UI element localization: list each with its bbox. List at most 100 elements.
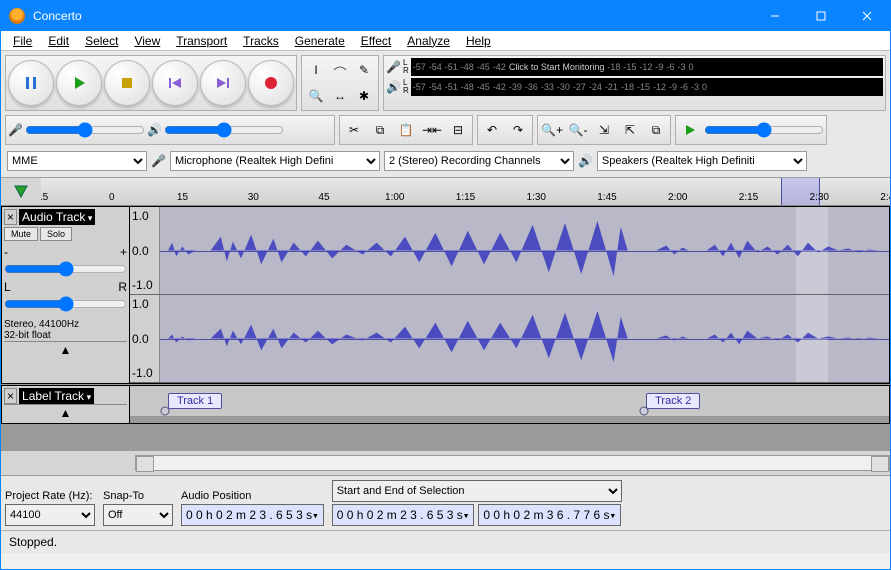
ruler-tick: 2:45 [880,192,890,203]
playhead-icon[interactable] [1,178,41,205]
timeline[interactable]: -1501530451:001:151:301:452:002:152:302:… [1,178,890,206]
undo-icon[interactable]: ↶ [480,118,504,142]
vscale-left: 1.00.0-1.0 [130,207,160,294]
speaker-slider-icon: 🔊 [147,123,162,137]
menu-help[interactable]: Help [458,32,499,50]
menu-tracks[interactable]: Tracks [235,32,287,50]
cut-icon[interactable]: ✂ [342,118,366,142]
copy-icon[interactable]: ⧉ [368,118,392,142]
label-track-close-icon[interactable]: × [4,388,17,404]
channel-left[interactable]: 1.00.0-1.0 [130,207,889,295]
speaker-icon: 🔊 [386,80,401,94]
silence-icon[interactable]: ⊟ [446,118,470,142]
menu-view[interactable]: View [126,32,168,50]
close-button[interactable] [844,1,890,31]
trim-icon[interactable]: ⇥⇤ [420,118,444,142]
ruler-tick: 1:45 [597,192,616,203]
mic-device-icon: 🎤 [151,154,166,168]
timeshift-tool-icon[interactable]: ↔ [328,84,352,108]
audio-position-field[interactable]: 0 0 h 0 2 m 2 3 . 6 5 3 s ▾ [181,504,324,526]
mic-slider-icon: 🎤 [8,123,23,137]
mute-button[interactable]: Mute [4,227,38,241]
selection-type-select[interactable]: Start and End of Selection [332,480,622,502]
lr-label: LR [403,59,409,75]
ruler-tick: 0 [109,192,115,203]
hscrollbar[interactable] [135,455,890,471]
audio-track: × Audio Track ▾ Mute Solo -+ LR Stereo, … [1,206,890,384]
label-marker[interactable]: Track 1 [168,393,222,409]
envelope-tool-icon[interactable] [328,58,352,82]
zoom-tool-icon[interactable]: 🔍 [304,84,328,108]
project-rate-select[interactable]: 44100 [5,504,95,526]
record-meter[interactable]: -57-54-51-48-45-42 Click to Start Monito… [411,58,883,76]
paste-icon[interactable]: 📋 [394,118,418,142]
playback-volume-slider[interactable] [164,122,284,138]
snap-select[interactable]: Off [103,504,173,526]
mic-icon: 🎤 [386,60,401,74]
ruler-tick: 15 [177,192,188,203]
device-toolbar: MME 🎤 Microphone (Realtek High Defini 2 … [5,149,886,173]
selection-tool-icon[interactable]: I [304,58,328,82]
track-close-icon[interactable]: × [4,209,17,225]
lr-label-play: LR [403,79,409,95]
titlebar: Concerto [1,1,890,31]
track-waveform-area[interactable]: 1.00.0-1.0 1.00.0-1.0 [130,207,889,383]
ruler-tick: 45 [318,192,329,203]
label-collapse-button[interactable]: ▲ [4,404,127,421]
track-name-dropdown[interactable]: Audio Track ▾ [19,209,95,225]
redo-icon[interactable]: ↷ [506,118,530,142]
minimize-button[interactable] [752,1,798,31]
label-marker[interactable]: Track 2 [646,393,700,409]
record-button[interactable] [248,60,294,106]
menu-file[interactable]: File [5,32,40,50]
zoom-toggle-icon[interactable]: ⧉ [644,118,668,142]
collapse-button[interactable]: ▲ [4,341,127,358]
ruler-tick: 2:30 [810,192,829,203]
channel-right[interactable]: 1.00.0-1.0 [130,295,889,383]
menu-select[interactable]: Select [77,32,126,50]
selection-end-field[interactable]: 0 0 h 0 2 m 3 6 . 7 7 6 s ▾ [478,504,621,526]
stop-button[interactable] [104,60,150,106]
playback-speed-slider[interactable] [704,122,824,138]
menu-transport[interactable]: Transport [168,32,235,50]
window-title: Concerto [33,9,752,23]
status-text: Stopped. [9,535,57,549]
menu-analyze[interactable]: Analyze [399,32,458,50]
zoom-out-icon[interactable]: 🔍- [566,118,590,142]
zoom-in-icon[interactable]: 🔍+ [540,118,564,142]
menu-effect[interactable]: Effect [353,32,399,50]
menu-edit[interactable]: Edit [40,32,77,50]
tracks-area: × Audio Track ▾ Mute Solo -+ LR Stereo, … [1,206,890,451]
ruler[interactable]: -1501530451:001:151:301:452:002:152:302:… [41,178,890,205]
pause-button[interactable] [8,60,54,106]
skip-end-button[interactable] [200,60,246,106]
maximize-button[interactable] [798,1,844,31]
project-rate-label: Project Rate (Hz): [5,490,95,502]
pan-slider[interactable] [4,296,127,312]
playback-meter[interactable]: -57-54-51-48-45-42-39-36-33-30-27-24-21-… [411,78,883,96]
undo-toolbar: ↶ ↷ [477,115,533,145]
monitor-prompt[interactable]: Click to Start Monitoring [509,62,605,72]
gain-slider[interactable] [4,261,127,277]
multi-tool-icon[interactable]: ✱ [352,84,376,108]
play-button[interactable] [56,60,102,106]
menu-generate[interactable]: Generate [287,32,353,50]
record-device-select[interactable]: Microphone (Realtek High Defini [170,151,380,171]
solo-button[interactable]: Solo [40,227,72,241]
playback-device-select[interactable]: Speakers (Realtek High Definiti [597,151,807,171]
audio-host-select[interactable]: MME [7,151,147,171]
ruler-tick: 2:15 [739,192,758,203]
fit-selection-icon[interactable]: ⇲ [592,118,616,142]
record-volume-slider[interactable] [25,122,145,138]
skip-start-button[interactable] [152,60,198,106]
play-at-speed-button[interactable] [678,118,702,142]
fit-project-icon[interactable]: ⇱ [618,118,642,142]
record-channels-select[interactable]: 2 (Stereo) Recording Channels [384,151,574,171]
track-info: Stereo, 44100Hz 32-bit float [4,319,127,341]
label-track-body[interactable]: Track 1 Track 2 [130,386,889,416]
ruler-tick: 30 [248,192,259,203]
label-track-dropdown[interactable]: Label Track ▾ [19,388,94,404]
toolbars: I ✎ 🔍 ↔ ✱ 🎤 LR -57-54-51-48-45-42 Click … [1,51,890,178]
selection-start-field[interactable]: 0 0 h 0 2 m 2 3 . 6 5 3 s ▾ [332,504,475,526]
draw-tool-icon[interactable]: ✎ [352,58,376,82]
